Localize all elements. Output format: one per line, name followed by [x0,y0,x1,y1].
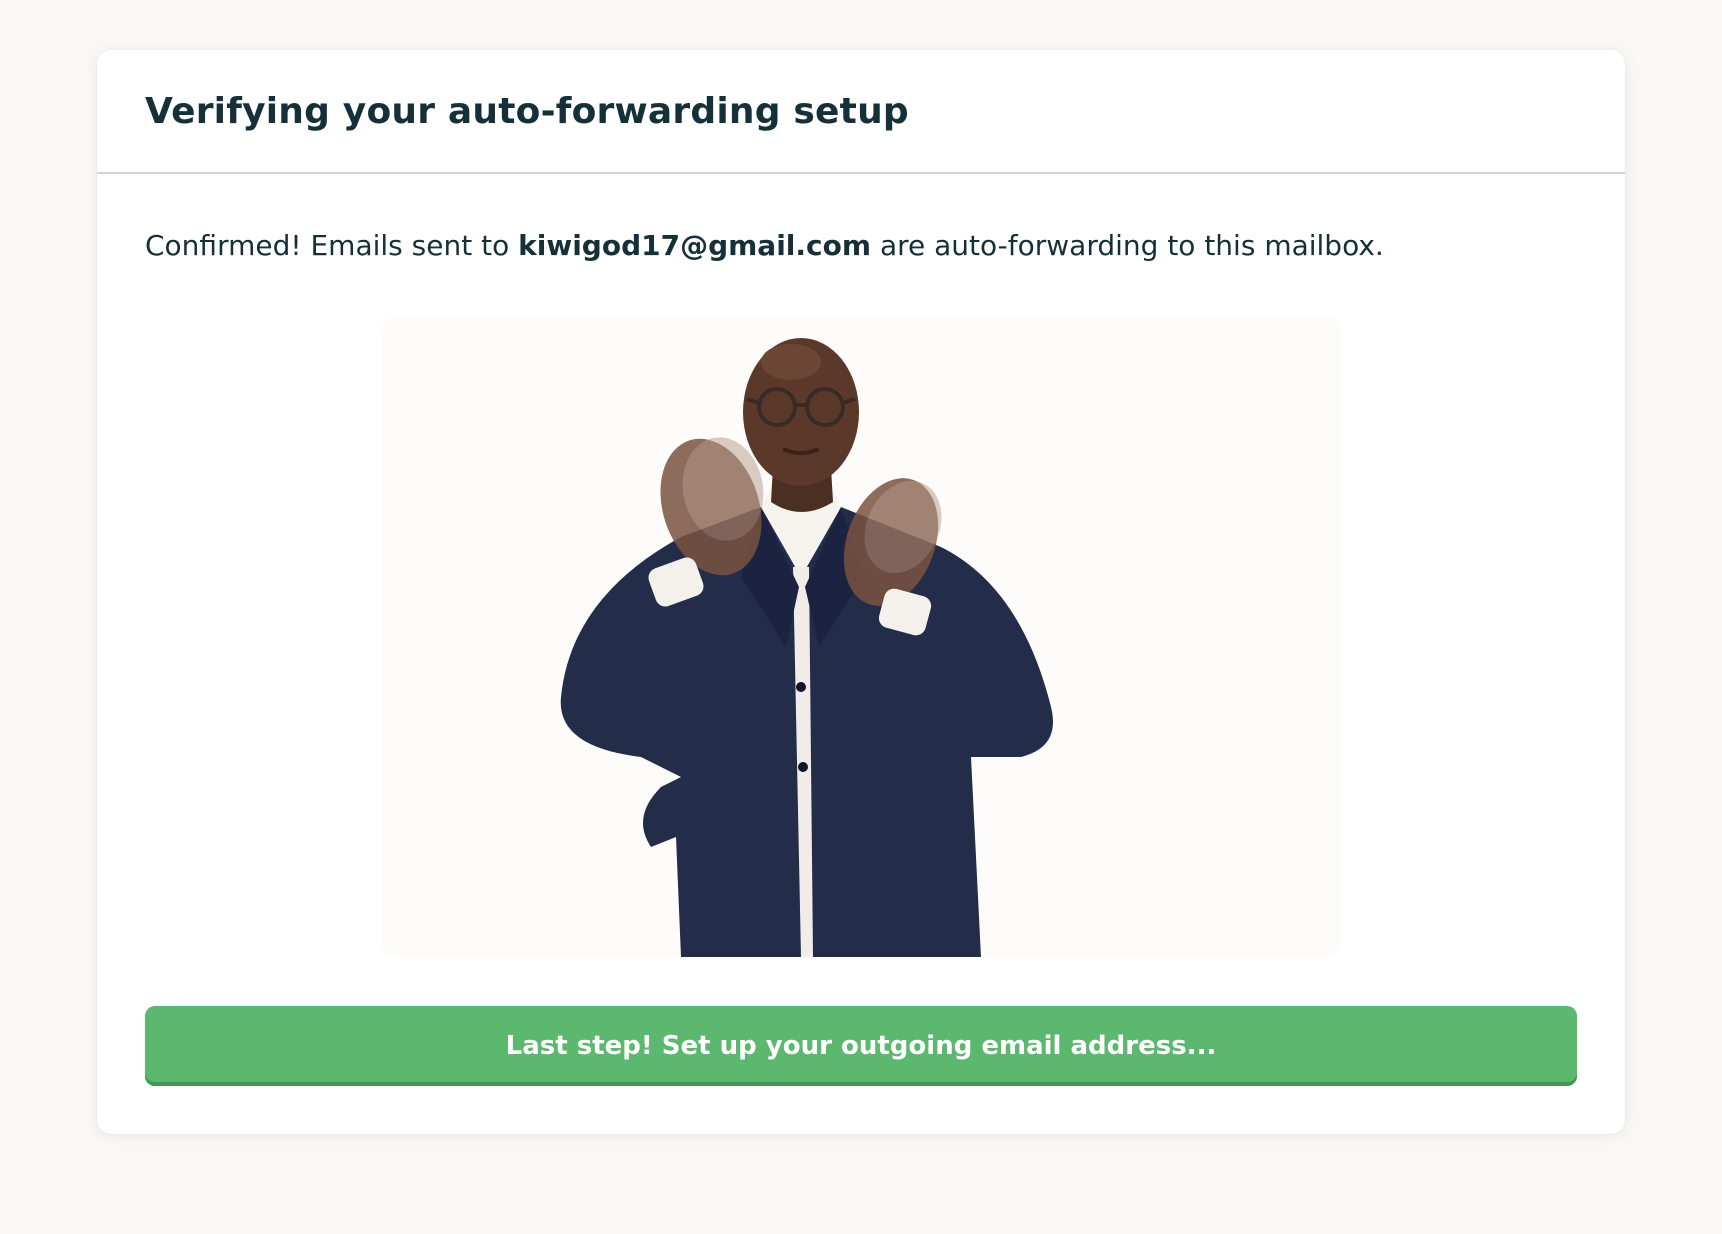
celebration-gif-illustration [560,338,1053,957]
setup-outgoing-email-button[interactable]: Last step! Set up your outgoing email ad… [145,1006,1577,1086]
message-prefix: Confirmed! Emails sent to [145,229,519,262]
forwarding-email: kiwigod17@gmail.com [518,229,872,262]
celebration-gif [381,317,1341,957]
head-highlight [761,344,821,380]
card-title: Verifying your auto-forwarding setup [145,90,909,132]
confirmation-message: Confirmed! Emails sent to kiwigod17@gmai… [145,174,1577,264]
card-header: Verifying your auto-forwarding setup [97,50,1625,174]
verification-card: Verifying your auto-forwarding setup Con… [97,50,1625,1134]
message-suffix: are auto-forwarding to this mailbox. [871,229,1384,262]
jacket-button [798,762,808,772]
card-body: Confirmed! Emails sent to kiwigod17@gmai… [97,174,1625,264]
jacket-button [796,682,806,692]
